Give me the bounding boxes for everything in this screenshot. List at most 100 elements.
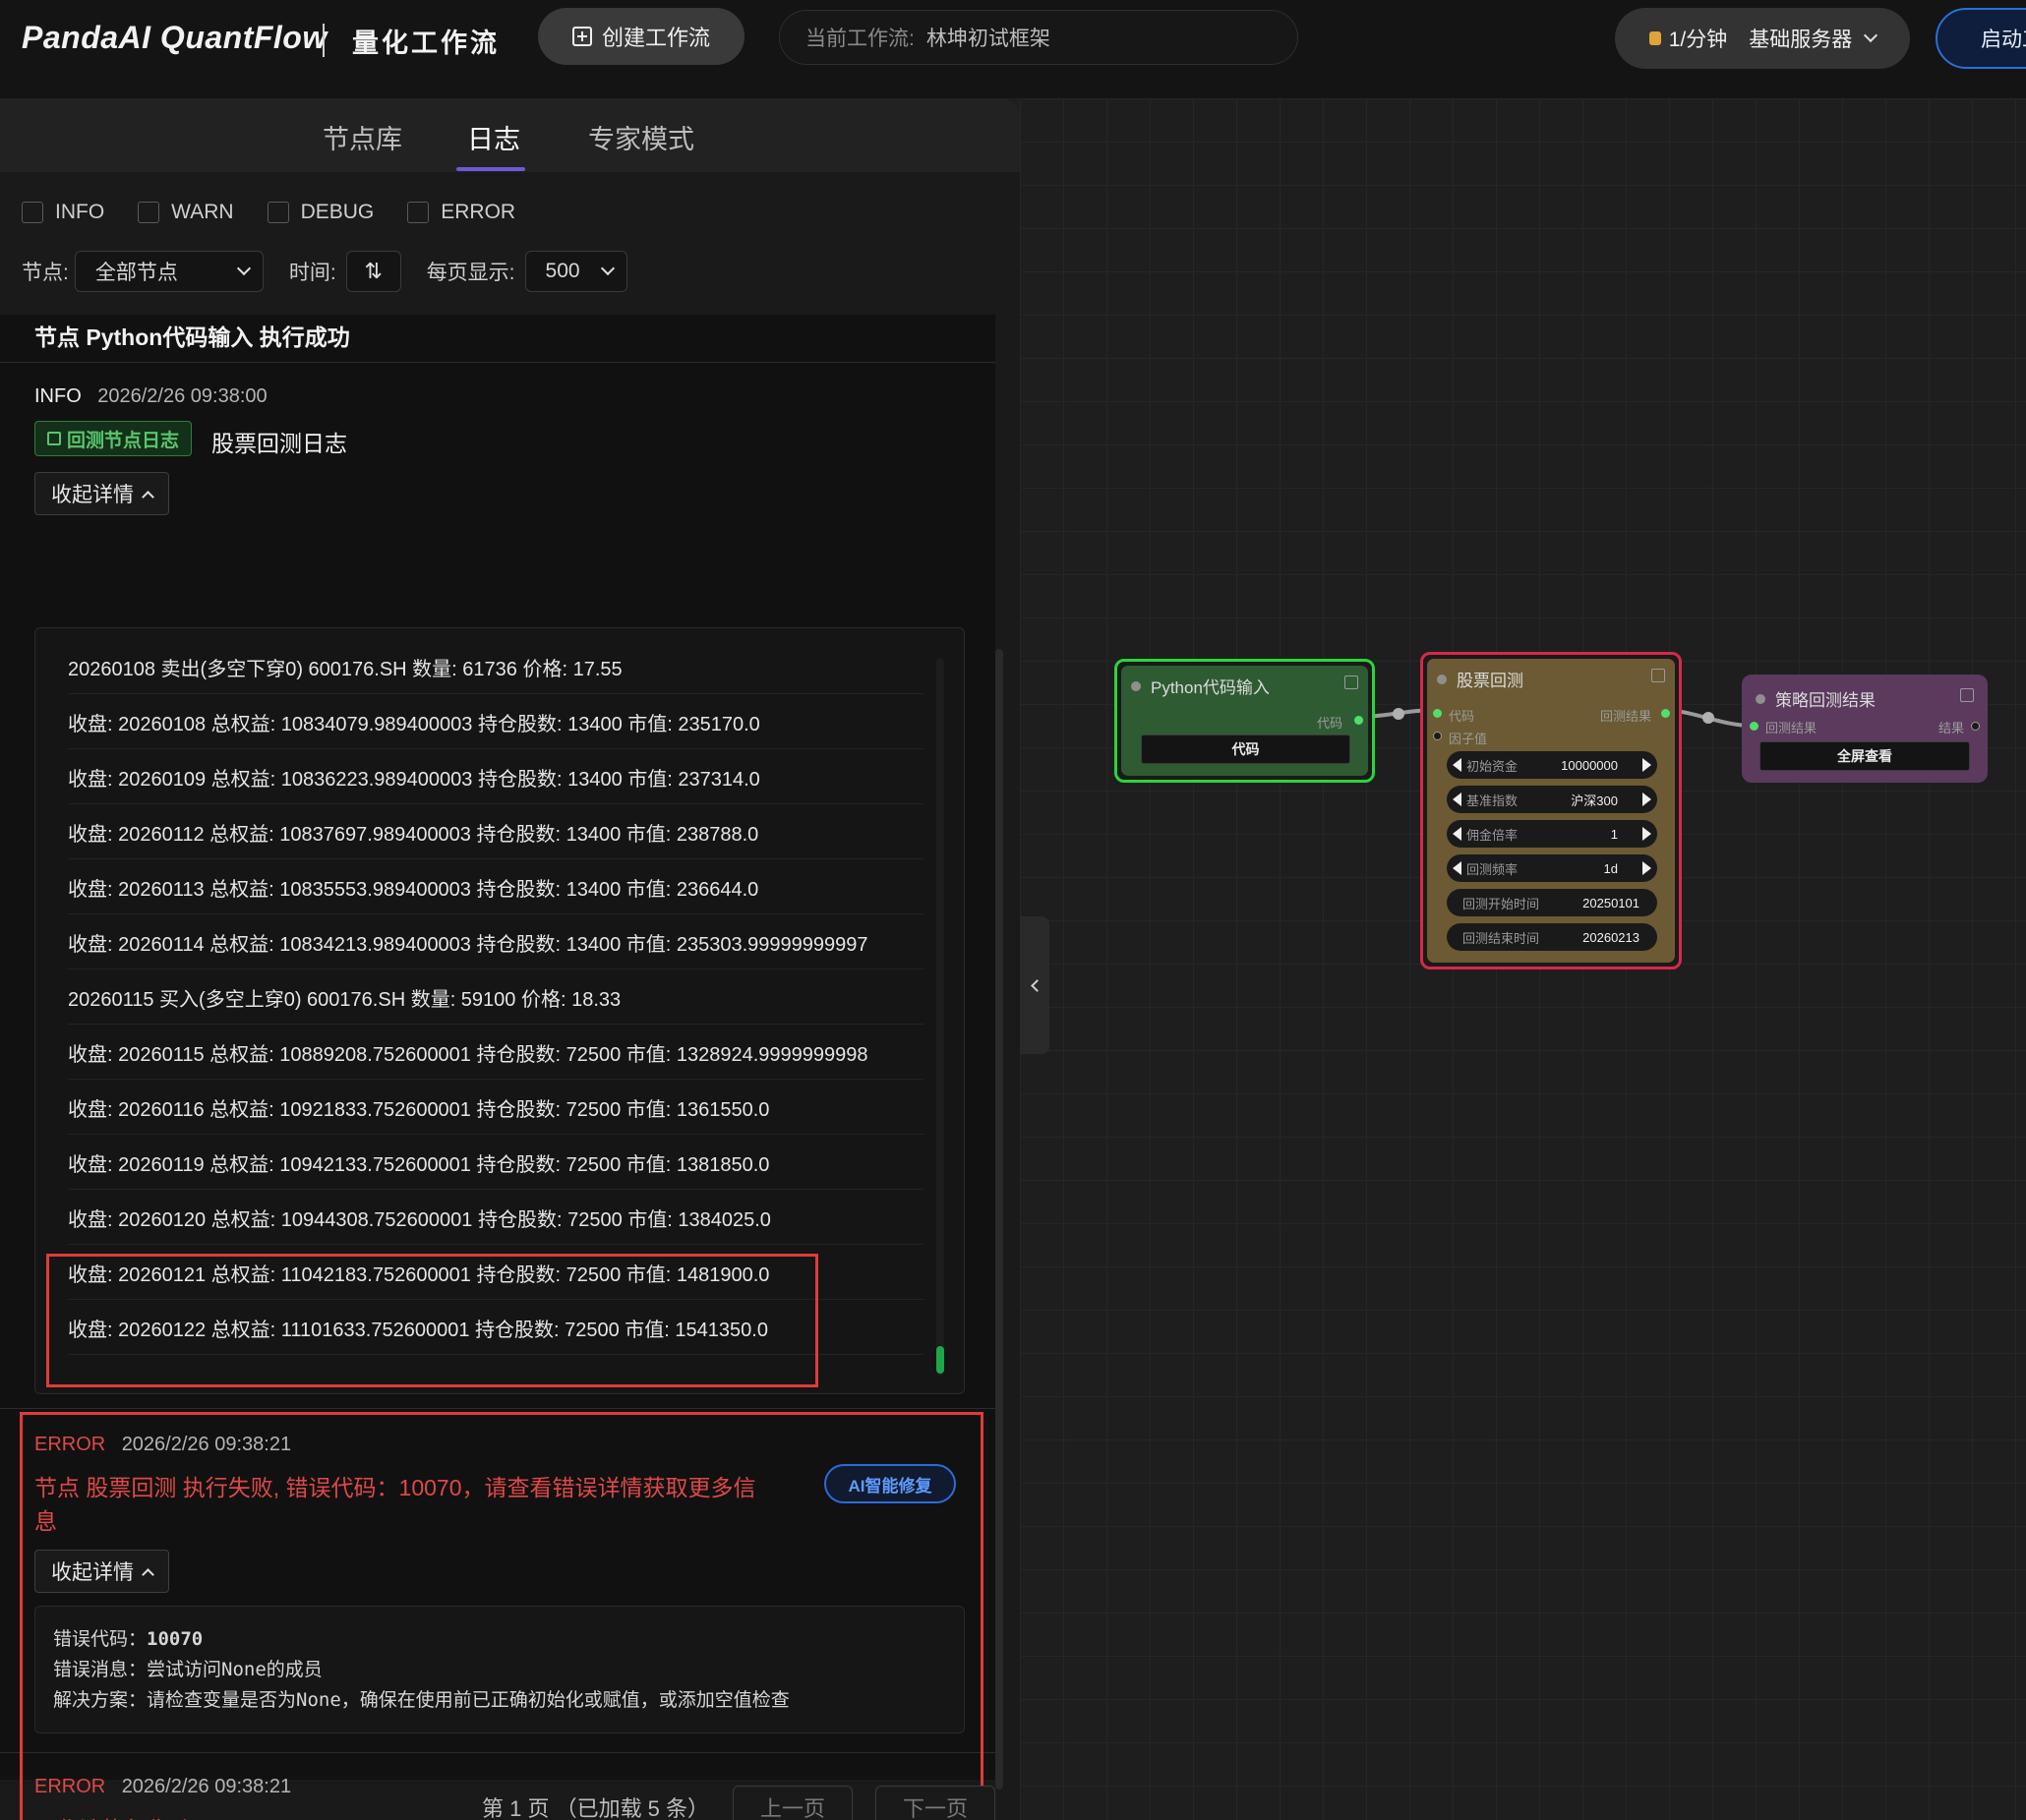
brand-subtitle: 量化工作流 [352, 29, 500, 58]
highlight-box [46, 1254, 818, 1387]
page-size-label: 每页显示: [426, 262, 515, 284]
input-port[interactable] [1750, 722, 1758, 731]
active-tab-indicator [456, 167, 525, 171]
increment-icon[interactable] [1642, 827, 1651, 841]
param-benchmark[interactable]: 基准指数 沪深300 [1447, 786, 1657, 813]
increment-icon[interactable] [1642, 861, 1651, 875]
log-line: 收盘: 20260116 总权益: 10921833.752600001 持仓股… [68, 1081, 924, 1135]
param-start-date[interactable]: 回测开始时间 20250101 [1447, 889, 1657, 916]
param-value: 10000000 [1561, 757, 1618, 773]
output-port[interactable] [1661, 709, 1670, 718]
log-line: 收盘: 20260113 总权益: 10835553.989400003 持仓股… [68, 860, 924, 914]
log-divider [0, 1408, 995, 1409]
port-label: 回测结果 [1765, 721, 1817, 735]
log-panel: 节点库 日志 专家模式 INFO WARN DEBUG ERROR 节点: 全部… [0, 98, 1020, 1820]
decrement-icon[interactable] [1453, 827, 1461, 841]
filter-info-checkbox[interactable]: INFO [22, 201, 104, 224]
param-value: 1 [1610, 826, 1618, 842]
node-filter-label: 节点: [22, 262, 69, 284]
time-sort-button[interactable]: ⇅ [345, 251, 401, 292]
param-value: 沪深300 [1571, 793, 1618, 808]
input-port[interactable] [1433, 709, 1442, 718]
input-port[interactable] [1433, 732, 1442, 740]
output-port[interactable] [1971, 722, 1980, 731]
node-title: Python代码输入 [1131, 674, 1270, 698]
chevron-down-icon [236, 261, 251, 276]
output-port[interactable] [1354, 716, 1363, 725]
edit-icon[interactable] [1651, 669, 1665, 682]
top-bar: PandaAI QuantFlow 量化工作流 创建工作流 当前工作流: 林坤初… [0, 0, 2026, 98]
log-entry-subtitle: 股票回测日志 [211, 431, 347, 456]
next-page-button[interactable]: 下一页 [875, 1786, 995, 1820]
create-workflow-label: 创建工作流 [601, 26, 710, 50]
log-divider [0, 362, 995, 363]
node-title-text: Python代码输入 [1151, 678, 1270, 697]
node-title-text: 策略回测结果 [1775, 691, 1876, 710]
log-line: 收盘: 20260112 总权益: 10837697.989400003 持仓股… [68, 805, 924, 859]
node-stock-backtest[interactable]: 股票回测 代码 因子值 回测结果 初始资金 10000000 基准指数 沪深300 … [1420, 652, 1682, 969]
detail-scrollbar-thumb[interactable] [936, 1346, 944, 1374]
status-dot-icon [1131, 680, 1141, 691]
tab-logs[interactable]: 日志 [467, 118, 520, 156]
panel-collapse-toggle[interactable] [1020, 916, 1049, 1054]
pager-info: 第 1 页 （已加载 5 条） [482, 1796, 710, 1820]
fullscreen-view-button[interactable]: 全屏查看 [1759, 741, 1970, 771]
decrement-icon[interactable] [1453, 861, 1461, 875]
tab-expert-mode[interactable]: 专家模式 [588, 118, 694, 156]
chevron-up-icon [142, 490, 154, 503]
detail-scrollbar[interactable] [936, 658, 944, 1376]
server-rate: 1/分钟 [1668, 29, 1728, 51]
node-python-input[interactable]: Python代码输入 代码 代码 [1114, 659, 1375, 783]
status-dot-icon [1437, 674, 1447, 684]
filter-debug-checkbox[interactable]: DEBUG [267, 201, 375, 224]
page-size-select[interactable]: 500 [524, 251, 627, 292]
filter-debug-label: DEBUG [300, 201, 375, 223]
log-scrollbar[interactable] [995, 649, 1003, 1790]
param-initial-capital[interactable]: 初始资金 10000000 [1447, 751, 1657, 779]
time-sort-label: 时间: [288, 262, 336, 284]
node-strategy-result[interactable]: 策略回测结果 回测结果 结果 全屏查看 [1742, 675, 1988, 783]
param-label: 佣金倍率 [1466, 827, 1519, 843]
server-select[interactable]: 1/分钟 基础服务器 [1615, 8, 1910, 69]
collapse-label: 收起详情 [51, 484, 134, 506]
check-square-icon [47, 432, 61, 445]
tab-node-library[interactable]: 节点库 [323, 118, 402, 156]
param-end-date[interactable]: 回测结束时间 20260213 [1447, 923, 1657, 951]
log-line: 收盘: 20260119 总权益: 10942133.752600001 持仓股… [68, 1136, 924, 1190]
start-button[interactable]: 启动工 [1936, 8, 2026, 69]
node-filter-select[interactable]: 全部节点 [74, 251, 264, 292]
chevron-left-icon [1030, 978, 1043, 992]
filter-error-checkbox[interactable]: ERROR [407, 201, 515, 224]
increment-icon[interactable] [1642, 793, 1651, 806]
backtest-detail-box[interactable]: 20260108 卖出(多空下穿0) 600176.SH 数量: 61736 价… [34, 627, 965, 1394]
filter-warn-label: WARN [171, 201, 234, 223]
checkbox-icon [267, 202, 289, 223]
edit-icon[interactable] [1960, 688, 1974, 702]
port-label: 因子值 [1449, 732, 1488, 746]
node-code-button[interactable]: 代码 [1141, 734, 1350, 764]
brand-logo: PandaAI QuantFlow [22, 20, 328, 55]
current-workflow-field[interactable]: 当前工作流: 林坤初试框架 [779, 10, 1298, 65]
log-line: 收盘: 20260115 总权益: 10889208.752600001 持仓股… [68, 1026, 924, 1080]
create-workflow-button[interactable]: 创建工作流 [538, 8, 745, 65]
filter-warn-checkbox[interactable]: WARN [138, 201, 234, 224]
log-line: 20260115 买入(多空上穿0) 600176.SH 数量: 59100 价… [68, 970, 924, 1025]
collapse-details-button[interactable]: 收起详情 [34, 472, 169, 515]
prev-page-button[interactable]: 上一页 [733, 1786, 853, 1820]
param-commission[interactable]: 佣金倍率 1 [1447, 820, 1657, 848]
increment-icon[interactable] [1642, 758, 1651, 772]
decrement-icon[interactable] [1453, 793, 1461, 806]
backtest-log-badge: 回测节点日志 [34, 421, 193, 456]
edit-icon[interactable] [1344, 675, 1358, 689]
sort-ascending-icon: ⇅ [364, 259, 383, 283]
decrement-icon[interactable] [1453, 758, 1461, 772]
log-list[interactable]: 节点 Python代码输入 执行成功 INFO 2026/2/26 09:38:… [0, 315, 995, 1820]
app-root: PandaAI QuantFlow 量化工作流 创建工作流 当前工作流: 林坤初… [0, 0, 2026, 1820]
chevron-down-icon [600, 261, 615, 276]
server-name: 基础服务器 [1749, 29, 1853, 51]
checkbox-icon [22, 202, 43, 223]
node-title: 股票回测 [1437, 667, 1523, 691]
param-frequency[interactable]: 回测频率 1d [1447, 854, 1657, 882]
filter-info-label: INFO [55, 201, 105, 223]
log-controls: 节点: 全部节点 时间: ⇅ 每页显示: 500 [22, 251, 627, 292]
